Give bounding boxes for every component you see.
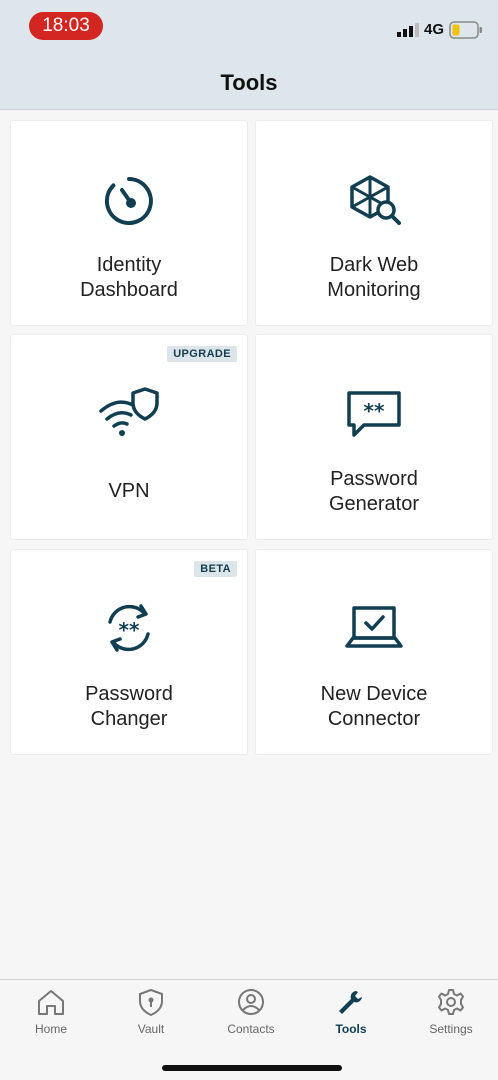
tab-contacts[interactable]: Contacts [206,988,296,1036]
tool-card-new-device-connector[interactable]: New Device Connector [256,550,492,754]
tool-label: New Device Connector [320,683,428,730]
tool-label: VPN [108,480,150,502]
password-refresh-icon: ** [108,604,150,652]
svg-text:**: ** [119,618,140,642]
page-title: Tools [220,70,278,95]
wrench-icon [339,991,362,1014]
tab-vault[interactable]: Vault [106,988,196,1036]
upgrade-badge: UPGRADE [167,346,237,362]
tab-label: Contacts [227,1022,275,1036]
gauge-icon [104,177,153,225]
tool-label: Dark Web Monitoring [327,254,421,301]
tool-card-dark-web-monitoring[interactable]: Dark Web Monitoring [256,121,492,325]
network-label: 4G [424,21,445,38]
home-indicator [162,1065,342,1071]
gear-icon [438,989,464,1015]
tab-label: Home [34,1022,67,1036]
top-bar: 18:03 4G Tools [0,0,498,110]
contact-icon [238,989,264,1015]
tab-home[interactable]: Home [6,988,96,1036]
tool-label: Password Generator [328,468,420,515]
home-icon [38,990,64,1015]
tool-label: Identity Dashboard [80,254,178,301]
tool-card-password-generator[interactable]: ** Password Generator [256,335,492,539]
battery-icon [449,21,482,39]
tab-tools[interactable]: Tools [306,988,396,1036]
tool-label: Password Changer [85,683,173,730]
password-chat-icon: ** [347,391,401,437]
beta-badge: BETA [194,561,237,577]
svg-text:**: ** [364,399,385,423]
laptop-check-icon [345,606,403,648]
status-time: 18:03 [29,12,103,40]
tab-settings[interactable]: Settings [406,988,496,1036]
tab-label: Settings [429,1022,473,1036]
tab-label: Vault [137,1022,165,1036]
tool-card-password-changer[interactable]: BETA ** Password Changer [11,550,247,754]
tool-card-vpn[interactable]: UPGRADE VPN [11,335,247,539]
shield-lock-icon [139,989,163,1016]
network-search-icon [350,175,401,225]
tool-card-identity-dashboard[interactable]: Identity Dashboard [11,121,247,325]
wifi-shield-icon [99,387,159,436]
tab-label: Tools [335,1022,367,1036]
signal-icon [397,23,419,37]
